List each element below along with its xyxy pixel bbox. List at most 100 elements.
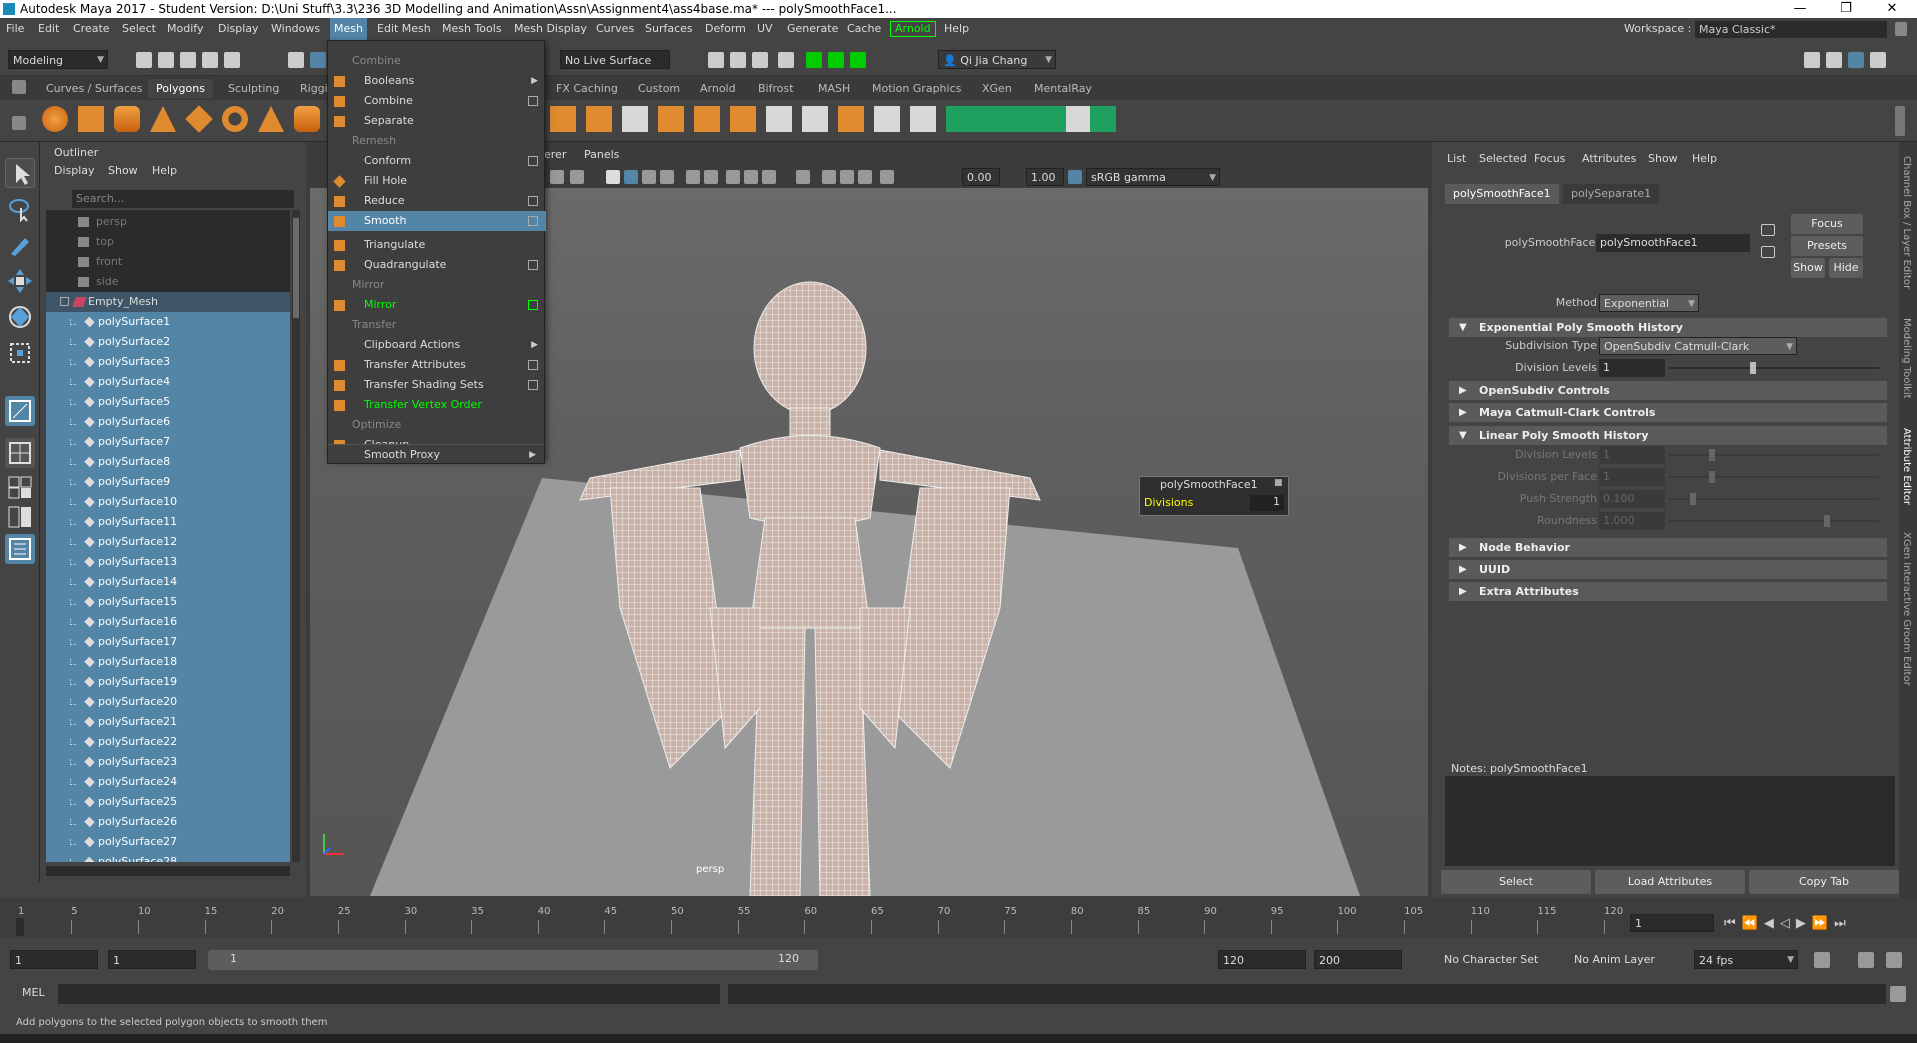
close-button[interactable]: ✕ [1872, 0, 1912, 18]
render-frame-icon[interactable] [708, 52, 724, 68]
animation-preferences-icon[interactable] [1886, 952, 1902, 968]
mesh-menu-smooth[interactable]: Smooth [328, 211, 546, 231]
poly-cylinder-icon[interactable] [114, 106, 140, 132]
mesh-menu-transfer-attributes[interactable]: Transfer Attributes [328, 355, 546, 375]
outliner-item[interactable]: polySurface10 [46, 492, 290, 512]
combine-shelf-icon[interactable] [550, 106, 576, 132]
smooth-shade-icon[interactable] [624, 170, 638, 184]
outliner-item[interactable]: polySurface13 [46, 552, 290, 572]
outliner-item[interactable]: polySurface15 [46, 592, 290, 612]
option-box-icon[interactable] [528, 96, 538, 106]
extract-shelf-icon[interactable] [586, 106, 612, 132]
isolate-select-icon[interactable] [796, 170, 810, 184]
menu-set-select[interactable]: Modeling ▼ [8, 50, 108, 69]
default-material-icon[interactable] [642, 170, 656, 184]
mesh-menu-smooth-proxy[interactable]: Smooth Proxy ▶ [327, 444, 545, 464]
automatic-mapping-icon[interactable] [1018, 106, 1044, 132]
toggle-modeling-toolkit-icon[interactable] [1804, 52, 1820, 68]
mesh-menu-separate[interactable]: Separate [328, 111, 546, 131]
fill-hole-icon[interactable] [874, 106, 900, 132]
uv-editor-icon[interactable] [1042, 106, 1068, 132]
outliner-item[interactable]: polySurface8 [46, 452, 290, 472]
outliner-item[interactable]: polySurface14 [46, 572, 290, 592]
anim-layer-select[interactable]: No Anim Layer [1570, 950, 1680, 969]
shelf-tab-fx-caching[interactable]: FX Caching [548, 79, 626, 98]
ae-menu-selected[interactable]: Selected [1479, 152, 1527, 165]
mesh-menu-quadrangulate[interactable]: Quadrangulate [328, 255, 546, 275]
ae-division-levels-slider-knob[interactable] [1750, 362, 1756, 374]
fps-select[interactable]: 24 fps ▼ [1694, 950, 1798, 969]
lights-icon[interactable] [686, 170, 700, 184]
toggle-tool-settings-icon[interactable] [1870, 52, 1886, 68]
ae-menu-help[interactable]: Help [1692, 152, 1717, 165]
render-settings-icon[interactable] [752, 52, 768, 68]
select-by-hierarchy-icon[interactable] [288, 52, 304, 68]
shelf-tab-sculpting[interactable]: Sculpting [220, 79, 287, 98]
ae-output-connection-icon[interactable] [1761, 246, 1775, 258]
close-icon[interactable]: ■ [1274, 478, 1283, 488]
ae-section-exponential-history[interactable]: ▼ Exponential Poly Smooth History [1449, 318, 1887, 337]
grid-icon[interactable] [550, 170, 564, 184]
new-scene-icon[interactable] [136, 52, 152, 68]
auto-key-icon[interactable] [1858, 952, 1874, 968]
poly-plane-icon[interactable] [185, 105, 213, 133]
outliner-item[interactable]: polySurface16 [46, 612, 290, 632]
menu-display[interactable]: Display [214, 18, 263, 40]
outliner-item[interactable]: polySurface3 [46, 352, 290, 372]
maximize-button[interactable]: ❐ [1826, 0, 1866, 18]
anti-aliasing-icon[interactable] [762, 170, 776, 184]
poly-torus-icon[interactable] [222, 106, 248, 132]
in-view-editor-value[interactable]: 1 [1250, 495, 1284, 511]
bevel-icon[interactable] [730, 106, 756, 132]
exposure-field[interactable]: 0.00 [962, 168, 1000, 186]
menu-file[interactable]: File [2, 18, 28, 40]
ae-show-button[interactable]: Show [1791, 258, 1825, 278]
option-box-icon[interactable] [528, 260, 538, 270]
shelf-scroll-icon[interactable] [1895, 106, 1905, 136]
shelf-settings-icon[interactable] [12, 116, 26, 130]
option-box-icon[interactable] [528, 380, 538, 390]
menu-mesh[interactable]: Mesh [330, 18, 367, 40]
option-box-icon[interactable] [528, 360, 538, 370]
ae-section-linear-history[interactable]: ▼ Linear Poly Smooth History [1449, 426, 1887, 445]
paint-select-tool-icon[interactable] [5, 230, 35, 260]
time-slider[interactable]: 1 5 10 15 20 25 30 35 40 45 50 55 60 65 70 75 80 85 90 95 10… [0, 898, 1917, 938]
ae-section-extra-attributes[interactable]: ▶ Extra Attributes [1449, 582, 1887, 601]
step-back-frame-icon[interactable]: ◀ [1764, 916, 1780, 931]
lasso-tool-icon[interactable] [5, 194, 35, 224]
xray-joints-icon[interactable] [840, 170, 854, 184]
outliner-item[interactable]: polySurface23 [46, 752, 290, 772]
mesh-menu-clipboard-actions[interactable]: Clipboard Actions ▶ [328, 335, 546, 355]
menu-edit-mesh[interactable]: Edit Mesh [373, 18, 435, 40]
menu-generate[interactable]: Generate [783, 18, 842, 40]
select-by-object-icon[interactable] [310, 52, 326, 68]
outliner-vertical-scrollbar[interactable] [292, 210, 300, 862]
poly-pipe-icon[interactable] [294, 106, 320, 132]
go-to-end-icon[interactable]: ⏭ [1834, 916, 1852, 931]
ae-tab-polyseparate1[interactable]: polySeparate1 [1563, 184, 1660, 204]
step-back-key-icon[interactable]: ⏪ [1742, 916, 1764, 931]
append-polygon-icon[interactable] [838, 106, 864, 132]
outliner-item[interactable]: polySurface4 [46, 372, 290, 392]
playback-end-field[interactable]: 120 [1218, 950, 1306, 969]
menu-surfaces[interactable]: Surfaces [641, 18, 697, 40]
menu-edit[interactable]: Edit [34, 18, 63, 40]
planar-mapping-icon[interactable] [946, 106, 972, 132]
mesh-menu-fill-hole[interactable]: Fill Hole [328, 171, 546, 191]
spherical-mapping-icon[interactable] [994, 106, 1020, 132]
ae-load-attributes-button[interactable]: Load Attributes [1595, 870, 1745, 894]
viewport-menu-renderer[interactable]: erer [544, 148, 566, 161]
outliner-item[interactable]: polySurface9 [46, 472, 290, 492]
side-tab-modeling-toolkit[interactable]: Modeling Toolkit [1901, 318, 1912, 399]
outliner-item[interactable]: polySurface17 [46, 632, 290, 652]
ae-menu-list[interactable]: List [1447, 152, 1466, 165]
shelf-tab-xgen[interactable]: XGen [974, 79, 1020, 98]
shelf-tab-mentalray[interactable]: MentalRay [1026, 79, 1100, 98]
layout-four-pane-icon[interactable] [5, 438, 35, 468]
mesh-menu-combine[interactable]: Combine [328, 91, 546, 111]
script-editor-icon[interactable] [1890, 986, 1906, 1002]
ae-section-opensubdiv[interactable]: ▶ OpenSubdiv Controls [1449, 381, 1887, 400]
extrude-icon[interactable] [658, 106, 684, 132]
outliner-menu-display[interactable]: Display [54, 164, 95, 177]
ae-subdiv-type-select[interactable]: OpenSubdiv Catmull-Clark ▼ [1599, 337, 1797, 355]
